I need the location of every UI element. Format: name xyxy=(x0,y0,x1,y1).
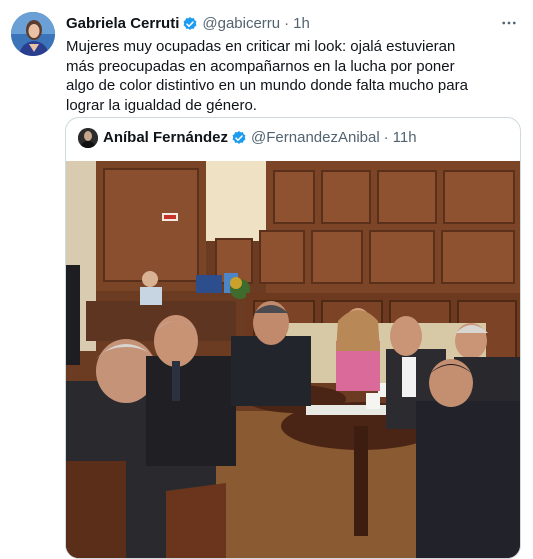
tweet-card[interactable]: Gabriela Cerruti @gabicerru · 1h Mujeres… xyxy=(0,0,533,559)
quoted-tweet-time: 11h xyxy=(392,129,417,146)
quoted-author-name: Aníbal Fernández xyxy=(103,129,229,146)
quoted-header-separator: · xyxy=(383,129,389,146)
more-horizontal-icon[interactable] xyxy=(499,13,519,33)
author-handle[interactable]: @gabicerru xyxy=(202,15,280,33)
verified-badge-icon xyxy=(182,16,198,32)
header-separator: · xyxy=(284,15,290,32)
tweet-time[interactable]: 1h xyxy=(293,15,310,33)
tweet-text: Mujeres muy ocupadas en criticar mi look… xyxy=(66,38,468,114)
quoted-author-handle: @FernandezAnibal xyxy=(251,129,380,146)
author-name[interactable]: Gabriela Cerruti xyxy=(66,15,179,33)
quoted-tweet[interactable]: Aníbal Fernández @FernandezAnibal · 11h xyxy=(65,117,521,559)
quoted-verified-badge-icon xyxy=(231,130,247,146)
author-avatar[interactable] xyxy=(11,12,55,56)
quoted-tweet-header: Aníbal Fernández @FernandezAnibal · 11h xyxy=(78,128,417,148)
quoted-tweet-photo[interactable] xyxy=(66,161,520,558)
tweet-header: Gabriela Cerruti @gabicerru · 1h xyxy=(66,15,310,33)
quoted-author-avatar xyxy=(78,128,98,148)
